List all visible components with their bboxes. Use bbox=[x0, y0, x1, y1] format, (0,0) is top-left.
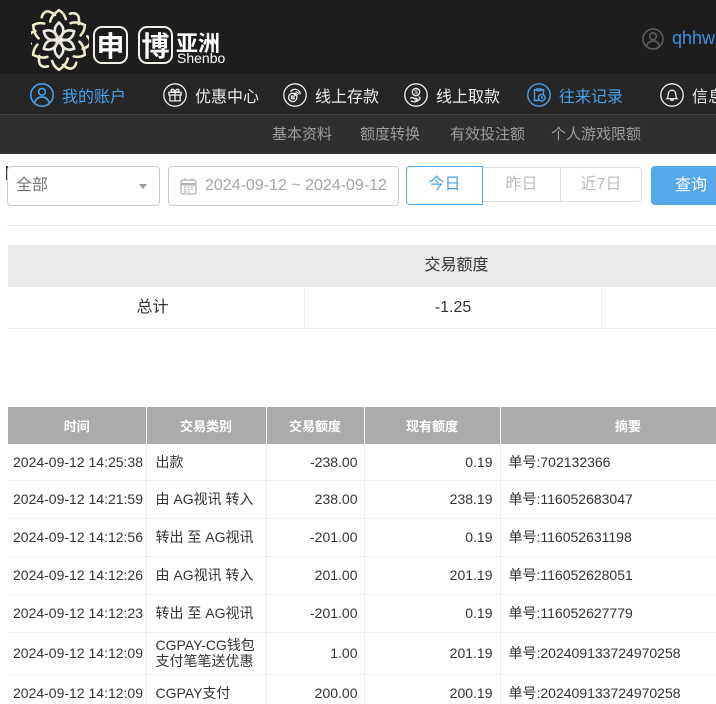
svg-text:$: $ bbox=[414, 89, 418, 96]
